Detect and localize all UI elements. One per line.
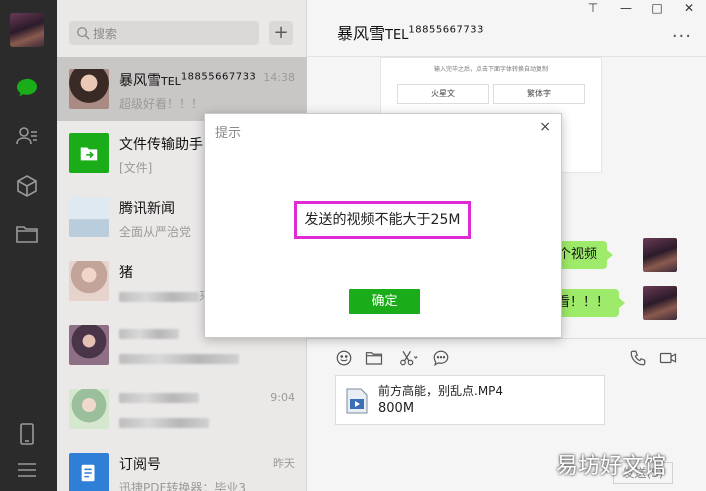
search-input[interactable]: 搜索 [69, 21, 259, 45]
close-icon[interactable]: × [539, 119, 551, 135]
search-placeholder: 搜索 [93, 27, 118, 41]
conversation-snippet [119, 415, 209, 429]
conversation-name [119, 326, 179, 342]
avatar [69, 389, 109, 429]
conversation-snippet: 迅捷PDF转换器：毕业3 [119, 481, 247, 491]
conversation-snippet: 来 [119, 287, 211, 304]
conversation-name: 猪 [119, 265, 133, 281]
conversation-time: 昨天 [273, 457, 295, 470]
confirm-button[interactable]: 确定 [349, 289, 420, 314]
file-size: 800M [378, 401, 415, 416]
file-name: 前方高能，别乱点.MP4 [378, 384, 504, 398]
dialog-title: 提示 [215, 126, 242, 141]
conversation-name: 文件传输助手 [119, 137, 203, 153]
folder-icon[interactable] [13, 220, 41, 248]
sender-avatar[interactable] [643, 238, 677, 272]
list-item-subscriptions[interactable]: 订阅号 昨天 迅捷PDF转换器：毕业3 [57, 441, 307, 491]
favorites-cube-icon[interactable] [13, 172, 41, 200]
watermark: 易坊好文馆 [556, 454, 667, 479]
folder-icon[interactable] [363, 347, 385, 369]
list-item[interactable]: 9:04 [57, 377, 307, 441]
minimize-button[interactable]: — [612, 0, 640, 18]
phone-icon[interactable] [13, 420, 41, 448]
preview-button-traditional: 繁体字 [493, 84, 585, 104]
chat-title: 暴风雪TEL18855667733 [337, 24, 484, 43]
sender-avatar[interactable] [643, 286, 677, 320]
avatar [69, 325, 109, 365]
conversation-snippet [119, 351, 239, 365]
conversation-snippet: [文件] [119, 161, 153, 175]
contacts-icon[interactable] [13, 122, 41, 150]
conversation-name: 订阅号 [119, 457, 161, 473]
dialog-message: 发送的视频不能大于25M [294, 201, 471, 239]
scissors-icon[interactable] [395, 347, 423, 369]
avatar [69, 69, 109, 109]
emoji-icon[interactable] [333, 347, 355, 369]
sidebar-rail [0, 0, 57, 491]
search-icon [77, 27, 90, 40]
input-divider [307, 338, 706, 339]
preview-hint: 输入完毕之后，点击下面字体转换自动复制 [433, 66, 548, 73]
maximize-button[interactable]: □ [643, 0, 671, 18]
video-file-icon [346, 388, 368, 414]
video-call-icon[interactable] [657, 347, 679, 369]
conversation-time: 14:38 [263, 71, 295, 84]
avatar [69, 261, 109, 301]
alert-dialog: 提示 × 发送的视频不能大于25M 确定 [204, 113, 562, 338]
conversation-snippet: 超级好看！！！ [119, 97, 204, 111]
add-button[interactable]: + [269, 21, 293, 45]
conversation-name: 暴风雪TEL18855667733 [119, 71, 257, 89]
chat-icon[interactable] [13, 74, 41, 102]
list-item-baofengxue[interactable]: 暴风雪TEL18855667733 14:38 超级好看！！！ [57, 57, 307, 121]
menu-icon[interactable] [13, 456, 41, 484]
user-avatar[interactable] [10, 13, 44, 47]
close-window-button[interactable]: ✕ [675, 0, 703, 18]
preview-button-mars: 火星文 [397, 84, 489, 104]
attached-file-card[interactable]: 前方高能，别乱点.MP4 800M [335, 375, 605, 425]
conversation-name: 腾讯新闻 [119, 201, 175, 217]
conversation-snippet: 全面从严治党 [119, 225, 192, 239]
message-icon[interactable] [430, 347, 452, 369]
file-transfer-icon [69, 133, 109, 173]
pin-button[interactable]: ⊤ [579, 0, 607, 18]
news-avatar [69, 197, 109, 237]
phone-call-icon[interactable] [627, 347, 649, 369]
conversation-name [119, 390, 199, 406]
subscriptions-icon [69, 453, 109, 491]
more-options-button[interactable]: ··· [672, 26, 692, 47]
conversation-time: 9:04 [270, 391, 295, 404]
